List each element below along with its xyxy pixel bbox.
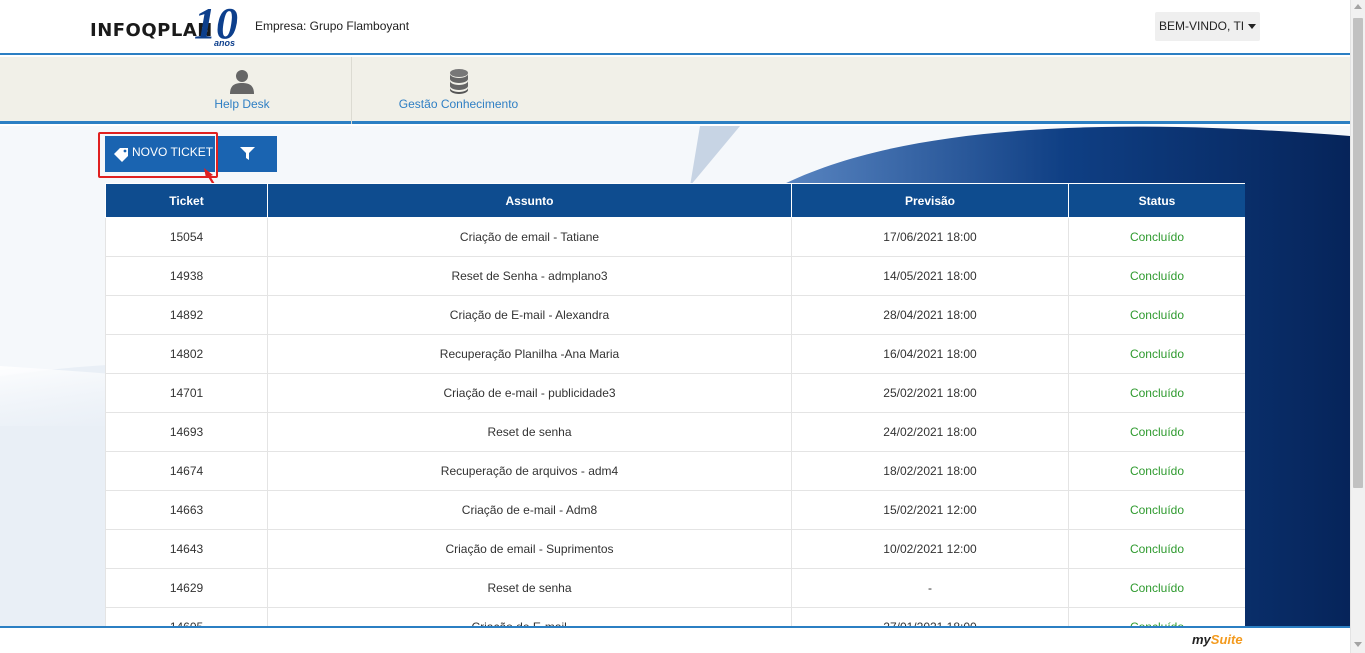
nav-help-desk-label: Help Desk [214, 97, 270, 111]
scrollbar-thumb[interactable] [1353, 18, 1363, 488]
mysuite-logo-my: my [1192, 632, 1211, 647]
database-icon [449, 69, 468, 94]
welcome-label: BEM-VINDO, TI [1159, 19, 1245, 33]
cell-status: Concluído [1068, 256, 1245, 296]
infoqplan-logo[interactable]: INFOQPLAN 10 anos [90, 0, 250, 52]
cell-status: Concluído [1068, 568, 1245, 608]
table-row[interactable]: 14802 Recuperação Planilha -Ana Maria 16… [105, 334, 1245, 374]
cell-status: Concluído [1068, 295, 1245, 335]
tickets-table: Ticket Assunto Previsão Status 15054 Cri… [105, 183, 1245, 626]
scroll-up-icon[interactable] [1354, 4, 1362, 9]
cell-ticket: 14674 [105, 451, 268, 491]
logo-sub: anos [214, 38, 236, 48]
cell-previsao: 25/02/2021 18:00 [791, 373, 1069, 413]
cell-assunto: Criação de email - Tatiane [267, 217, 792, 257]
cell-previsao: - [791, 568, 1069, 608]
cell-previsao: 15/02/2021 12:00 [791, 490, 1069, 530]
table-row[interactable]: 14663 Criação de e-mail - Adm8 15/02/202… [105, 490, 1245, 530]
cell-ticket: 14663 [105, 490, 268, 530]
table-header-row: Ticket Assunto Previsão Status [105, 183, 1245, 218]
cell-ticket: 15054 [105, 217, 268, 257]
cell-status: Concluído [1068, 217, 1245, 257]
cell-ticket: 14892 [105, 295, 268, 335]
cell-assunto: Criação de E-mail - Alexandra [267, 295, 792, 335]
table-row[interactable]: 14701 Criação de e-mail - publicidade3 2… [105, 373, 1245, 413]
cell-ticket: 14938 [105, 256, 268, 296]
main-nav: Help Desk Gestão Conhecimento [0, 57, 1350, 124]
nav-gestao-conhecimento[interactable]: Gestão Conhecimento [351, 57, 565, 124]
cell-assunto: Reset de senha [267, 568, 792, 608]
column-header-ticket[interactable]: Ticket [105, 183, 268, 218]
filter-button[interactable] [218, 136, 277, 172]
table-row[interactable]: 14629 Reset de senha - Concluído [105, 568, 1245, 608]
table-row[interactable]: 15054 Criação de email - Tatiane 17/06/2… [105, 217, 1245, 257]
cell-ticket: 14605 [105, 607, 268, 626]
cell-assunto: Criação de email - Suprimentos [267, 529, 792, 569]
cell-status: Concluído [1068, 373, 1245, 413]
top-header: INFOQPLAN 10 anos Empresa: Grupo Flamboy… [0, 0, 1350, 55]
new-ticket-label: NOVO TICKET [132, 145, 214, 159]
cell-status: Concluído [1068, 607, 1245, 626]
cell-status: Concluído [1068, 412, 1245, 452]
cell-assunto: Reset de senha [267, 412, 792, 452]
table-row[interactable]: 14643 Criação de email - Suprimentos 10/… [105, 529, 1245, 569]
mysuite-logo-suite: Suite [1210, 632, 1243, 647]
cell-status: Concluído [1068, 529, 1245, 569]
column-header-assunto[interactable]: Assunto [267, 183, 792, 218]
nav-help-desk[interactable]: Help Desk [160, 57, 324, 124]
cell-assunto: Reset de Senha - admplano3 [267, 256, 792, 296]
column-header-previsao[interactable]: Previsão [791, 183, 1069, 218]
cell-assunto: Criação de e-mail - Adm8 [267, 490, 792, 530]
cell-ticket: 14701 [105, 373, 268, 413]
table-row[interactable]: 14693 Reset de senha 24/02/2021 18:00 Co… [105, 412, 1245, 452]
vertical-scrollbar[interactable] [1350, 0, 1365, 653]
cell-ticket: 14643 [105, 529, 268, 569]
cell-previsao: 14/05/2021 18:00 [791, 256, 1069, 296]
cell-previsao: 27/01/2021 18:00 [791, 607, 1069, 626]
cell-ticket: 14802 [105, 334, 268, 374]
cell-previsao: 18/02/2021 18:00 [791, 451, 1069, 491]
tag-icon [114, 148, 128, 162]
column-header-status[interactable]: Status [1068, 183, 1245, 218]
footer-bar: mySuite [0, 626, 1350, 653]
cell-ticket: 14693 [105, 412, 268, 452]
cell-assunto: Criação de E-mail - ... [267, 607, 792, 626]
nav-gestao-label: Gestão Conhecimento [398, 97, 519, 111]
scroll-down-icon[interactable] [1354, 642, 1362, 647]
cell-previsao: 28/04/2021 18:00 [791, 295, 1069, 335]
new-ticket-button[interactable]: NOVO TICKET [105, 136, 215, 172]
table-row[interactable]: 14938 Reset de Senha - admplano3 14/05/2… [105, 256, 1245, 296]
cell-status: Concluído [1068, 334, 1245, 374]
caret-down-icon [1248, 24, 1257, 30]
cell-ticket: 14629 [105, 568, 268, 608]
cell-previsao: 10/02/2021 12:00 [791, 529, 1069, 569]
company-name: Empresa: Grupo Flamboyant [255, 19, 410, 33]
cell-assunto: Recuperação de arquivos - adm4 [267, 451, 792, 491]
cell-previsao: 16/04/2021 18:00 [791, 334, 1069, 374]
user-icon [230, 70, 254, 94]
cell-assunto: Recuperação Planilha -Ana Maria [267, 334, 792, 374]
cell-assunto: Criação de e-mail - publicidade3 [267, 373, 792, 413]
user-menu-button[interactable]: BEM-VINDO, TI [1155, 12, 1261, 41]
cell-status: Concluído [1068, 451, 1245, 491]
cell-status: Concluído [1068, 490, 1245, 530]
table-row[interactable]: 14892 Criação de E-mail - Alexandra 28/0… [105, 295, 1245, 335]
cell-previsao: 24/02/2021 18:00 [791, 412, 1069, 452]
mysuite-logo[interactable]: mySuite [1192, 632, 1243, 647]
cell-previsao: 17/06/2021 18:00 [791, 217, 1069, 257]
table-row[interactable]: 14605 Criação de E-mail - ... 27/01/2021… [105, 607, 1245, 626]
table-row[interactable]: 14674 Recuperação de arquivos - adm4 18/… [105, 451, 1245, 491]
tickets-table-container: Ticket Assunto Previsão Status 15054 Cri… [105, 183, 1245, 626]
filter-icon [240, 147, 255, 160]
